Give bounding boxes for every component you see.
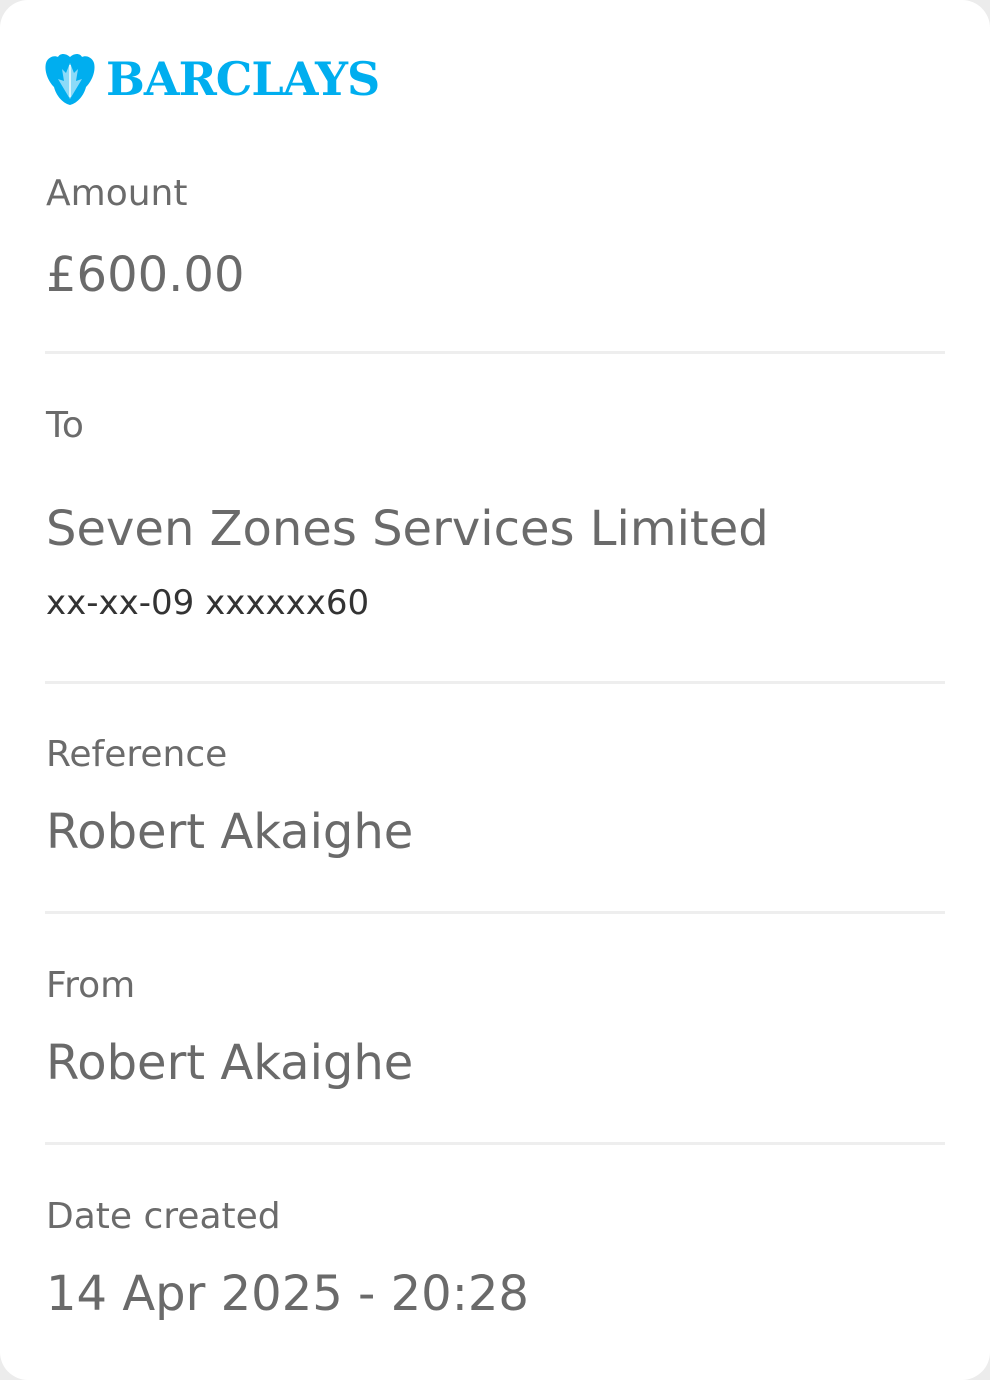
to-section: To Seven Zones Services Limited xx-xx-09…: [46, 404, 946, 624]
divider: [45, 911, 945, 914]
payment-receipt-card: BARCLAYS Amount £600.00 To Seven Zones S…: [0, 0, 990, 1380]
eagle-logo-icon: [44, 51, 96, 107]
date-created-label: Date created: [46, 1196, 281, 1237]
to-value: Seven Zones Services Limited: [46, 501, 769, 557]
amount-section: Amount £600.00: [46, 172, 946, 304]
reference-value: Robert Akaighe: [46, 804, 414, 860]
date-created-section: Date created 14 Apr 2025 - 20:28: [46, 1195, 946, 1323]
brand-name: BARCLAYS: [106, 52, 380, 106]
brand-header: BARCLAYS: [44, 50, 380, 108]
reference-label: Reference: [46, 734, 228, 775]
reference-section: Reference Robert Akaighe: [46, 733, 946, 861]
amount-label: Amount: [46, 173, 188, 214]
amount-value: £600.00: [46, 247, 245, 303]
from-label: From: [46, 965, 136, 1006]
to-label: To: [46, 405, 84, 446]
from-section: From Robert Akaighe: [46, 964, 946, 1092]
to-account-number: xx-xx-09 xxxxxx60: [46, 583, 370, 623]
divider: [45, 1142, 945, 1145]
date-created-value: 14 Apr 2025 - 20:28: [46, 1266, 529, 1322]
divider: [45, 351, 945, 354]
divider: [45, 681, 945, 684]
from-value: Robert Akaighe: [46, 1035, 414, 1091]
